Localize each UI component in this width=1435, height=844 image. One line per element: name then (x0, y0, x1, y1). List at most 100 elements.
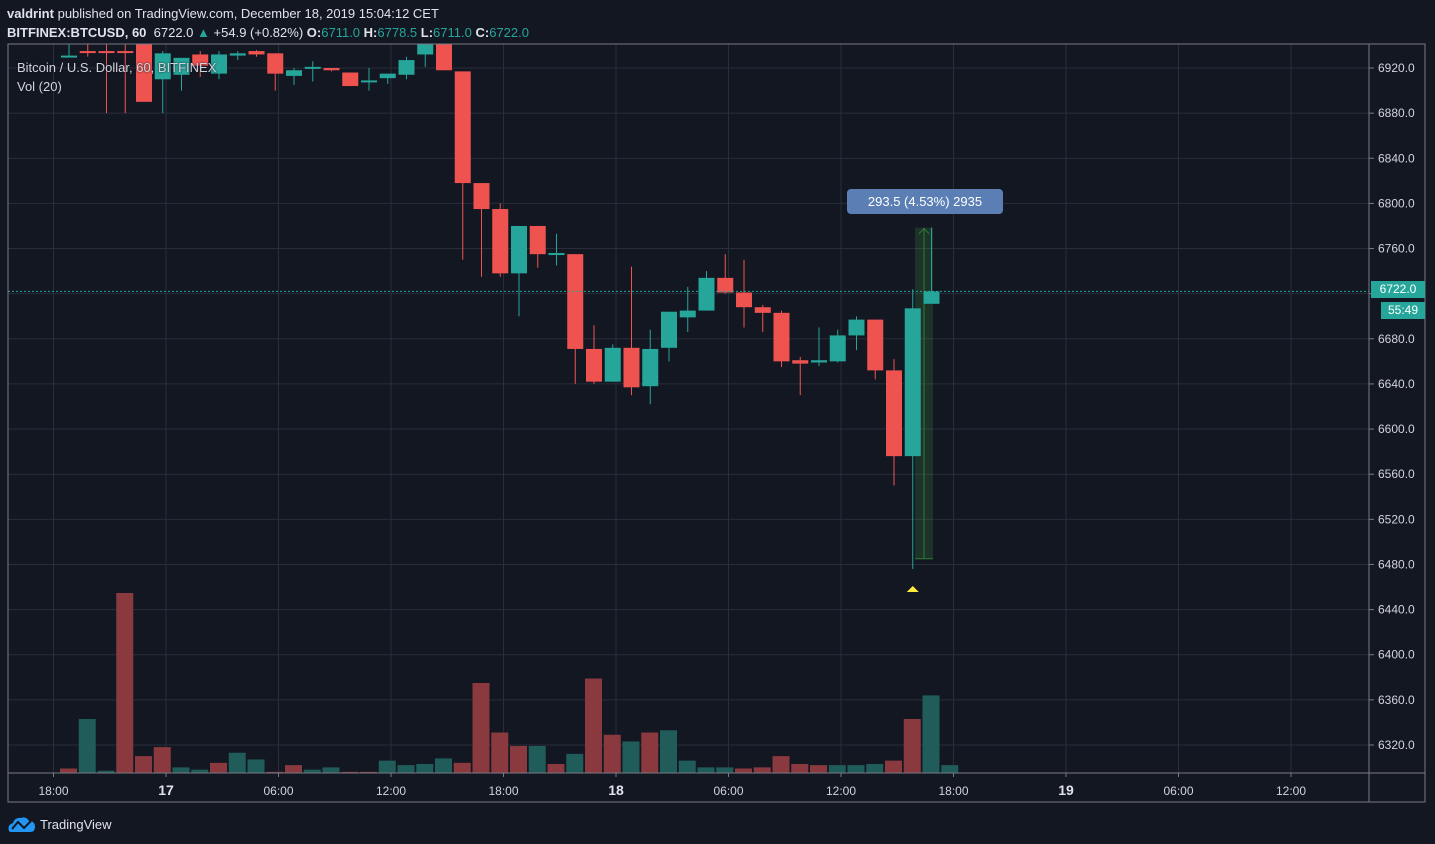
volume-bar (416, 764, 434, 773)
price-tick-label: 6680.0 (1378, 332, 1415, 346)
candle-body (773, 312, 790, 362)
price-chart[interactable]: 6920.06880.06840.06800.06760.06720.06680… (0, 0, 1435, 844)
volume-bar (622, 741, 640, 773)
price-tick-label: 6480.0 (1378, 557, 1415, 571)
candle-body (473, 183, 490, 210)
volume-legend: Vol (20) (17, 79, 62, 94)
candle-body (229, 53, 246, 56)
price-tick-label: 6640.0 (1378, 377, 1415, 391)
volume-bar (678, 760, 696, 773)
time-tick-label: 12:00 (376, 784, 406, 798)
outer-frame (7, 43, 1426, 803)
candle-body (717, 277, 734, 293)
candle-body (342, 72, 359, 87)
candle-body (586, 348, 602, 382)
candle-body (698, 277, 715, 311)
candle-body (792, 360, 809, 364)
time-tick-label: 06:00 (713, 784, 743, 798)
candle-body (623, 347, 640, 388)
candle-body (492, 209, 509, 274)
volume-bar (210, 762, 227, 773)
volume-bar (60, 768, 77, 773)
tradingview-logo-icon (8, 817, 35, 832)
candle-body (811, 360, 827, 363)
candle-body (379, 73, 396, 79)
time-tick-label: 12:00 (826, 784, 856, 798)
candle-body (248, 51, 265, 55)
volume-bar (378, 760, 396, 773)
candle-body (361, 80, 377, 83)
time-tick-label: 18:00 (38, 784, 68, 798)
candle-body (323, 68, 340, 71)
price-tick-label: 6360.0 (1378, 693, 1415, 707)
volume-bar (716, 767, 734, 773)
candle-body (61, 55, 77, 58)
candle-body (548, 253, 565, 256)
volume-bar (172, 767, 190, 773)
volume-bar (885, 760, 902, 773)
price-axis[interactable]: 6920.06880.06840.06800.06760.06720.06680… (1369, 61, 1415, 752)
volume-bar (697, 767, 715, 773)
candle-body (923, 291, 940, 304)
candle-body (79, 51, 96, 54)
candle-body (829, 335, 846, 362)
candle-body (848, 319, 865, 336)
candle-body (867, 319, 884, 371)
volume-bar (228, 752, 246, 773)
series-legend: Bitcoin / U.S. Dollar, 60, BITFINEX (17, 60, 217, 75)
candle-body (304, 66, 321, 69)
price-tick-label: 6560.0 (1378, 467, 1415, 481)
candle-body (886, 370, 902, 457)
price-tick-label: 6800.0 (1378, 196, 1415, 210)
time-tick-label: 06:00 (263, 784, 293, 798)
price-tick-label: 6840.0 (1378, 151, 1415, 165)
candle-group (61, 44, 940, 569)
candle-body (604, 347, 621, 382)
volume-bar (791, 764, 809, 773)
candle-body (567, 254, 584, 349)
volume-bar (828, 765, 846, 773)
candlesticks (8, 44, 1369, 592)
volume-bar (566, 753, 584, 773)
volume-bar (810, 765, 827, 773)
candle-body (286, 70, 302, 76)
volume-bar (491, 732, 509, 773)
volume-bar (922, 695, 940, 773)
volume-bar (435, 758, 452, 773)
volume-bar (78, 719, 96, 773)
measure-label: 293.5 (4.53%) 2935 (847, 189, 1003, 214)
candle-body (661, 311, 677, 348)
tradingview-brand[interactable]: TradingView (7, 814, 112, 834)
volume-bar (641, 732, 659, 773)
candle-body (398, 60, 415, 75)
candle-body (98, 51, 115, 54)
volume-bar (153, 747, 171, 773)
time-tick-label: 18:00 (938, 784, 968, 798)
time-tick-label: 19 (1058, 782, 1074, 798)
time-tick-label: 12:00 (1276, 784, 1306, 798)
volume-bar (472, 683, 490, 773)
candle-body (529, 225, 546, 255)
last-price-tag: 6722.0 (1371, 281, 1425, 298)
time-tick-label: 06:00 (1163, 784, 1193, 798)
volume-bar (941, 765, 959, 773)
volume-bar (453, 762, 471, 773)
price-tick-label: 6520.0 (1378, 512, 1415, 526)
price-tick-label: 6600.0 (1378, 422, 1415, 436)
time-axis[interactable]: 18:00 17 06:00 12:00 18:00 18 06:00 12:00 18:00 1… (38, 773, 1306, 798)
candle-body (454, 71, 471, 184)
price-tick-label: 6920.0 (1378, 61, 1415, 75)
price-tick-label: 6760.0 (1378, 242, 1415, 256)
volume-bar (247, 759, 265, 773)
candle-body (511, 225, 527, 274)
volume-bar (116, 593, 134, 773)
volume-bar (866, 764, 884, 773)
volume-bar (847, 765, 865, 773)
volume-bar (585, 678, 602, 773)
chart-frame (7, 43, 1426, 803)
bar-countdown: 55:49 (1381, 302, 1425, 319)
volume-bar (753, 767, 771, 773)
grid-lines (8, 44, 1369, 773)
candle-body (642, 348, 659, 387)
volume-bar (735, 768, 752, 773)
